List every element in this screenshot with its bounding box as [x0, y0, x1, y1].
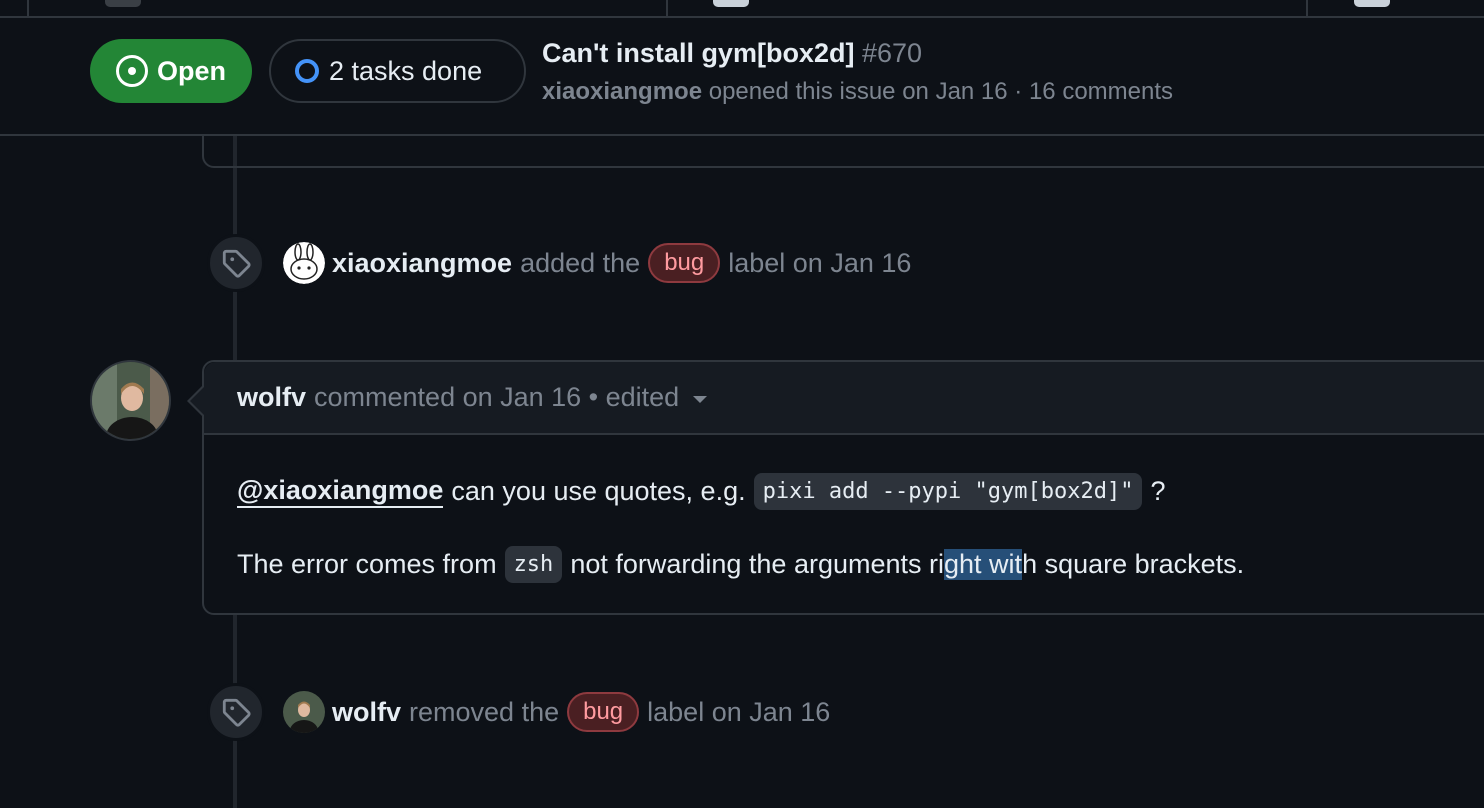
event-verb: removed the [409, 696, 560, 727]
tab-favicon[interactable] [105, 0, 141, 7]
event-actor-link[interactable]: xiaoxiangmoe [332, 248, 512, 279]
tab-favicon[interactable] [713, 0, 749, 7]
issue-title: Can't install gym[box2d] #670 [542, 38, 922, 69]
inline-code: zsh [504, 545, 563, 583]
comment-author-link[interactable]: wolfv [237, 382, 306, 413]
task-progress-icon [295, 59, 319, 83]
tab-divider [27, 0, 29, 16]
chevron-down-icon[interactable] [693, 396, 708, 403]
browser-tab-strip [0, 0, 1484, 18]
comment-body: @xiaoxiangmoe can you use quotes, e.g. p… [204, 469, 1484, 586]
issue-state-button[interactable]: Open [90, 39, 252, 103]
tag-icon [207, 234, 265, 292]
comment-text: h square brackets. [1022, 548, 1245, 579]
event-actor-link[interactable]: wolfv [332, 697, 401, 728]
bug-label[interactable]: bug [648, 243, 721, 283]
event-suffix: label on Jan 16 [728, 247, 912, 278]
user-mention-link[interactable]: @xiaoxiangmoe [237, 474, 444, 508]
comment-author-avatar[interactable] [90, 360, 171, 441]
comment-box: wolfv commented on Jan 16 • edited @xiao… [202, 360, 1484, 615]
timeline-event-label-removed: wolfv removed the bug label on Jan 16 [207, 683, 830, 741]
comment-text: The error comes from [237, 548, 497, 579]
text-selection: ght wit [944, 548, 1023, 580]
comment-paragraph: @xiaoxiangmoe can you use quotes, e.g. p… [237, 469, 1484, 513]
comment-text: not forwarding the arguments ri [570, 548, 945, 579]
comment-header: wolfv commented on Jan 16 • edited [204, 362, 1484, 435]
issue-number: #670 [861, 38, 923, 68]
avatar[interactable] [283, 691, 325, 733]
avatar[interactable] [283, 242, 325, 284]
issue-opened-icon [116, 55, 148, 87]
comment-pointer-fill [190, 387, 204, 415]
tab-divider [1306, 0, 1308, 16]
tag-icon [207, 683, 265, 741]
comment-text: ? [1150, 475, 1166, 506]
tasks-progress-button[interactable]: 2 tasks done [269, 39, 526, 103]
issue-meta-text: opened this issue on Jan 16 · 16 comment… [708, 78, 1174, 105]
inline-code: pixi add --pypi "gym[box2d]" [753, 472, 1143, 510]
bug-label[interactable]: bug [567, 692, 640, 732]
comment-text: can you use quotes, e.g. [451, 475, 746, 506]
tab-divider [666, 0, 668, 16]
tab-favicon[interactable] [1354, 0, 1390, 7]
comment-meta: commented on Jan 16 • edited [314, 382, 680, 412]
issue-author-link[interactable]: xiaoxiangmoe [542, 78, 702, 105]
issue-meta: xiaoxiangmoe opened this issue on Jan 16… [542, 78, 1173, 106]
comment-paragraph: The error comes from zsh not forwarding … [237, 542, 1484, 586]
issue-title-text: Can't install gym[box2d] [542, 38, 855, 68]
issue-state-label: Open [157, 55, 227, 86]
event-suffix: label on Jan 16 [647, 696, 831, 727]
sticky-issue-header: Open 2 tasks done Can't install gym[box2… [0, 18, 1484, 136]
event-verb: added the [520, 247, 641, 278]
tasks-progress-label: 2 tasks done [329, 55, 483, 86]
timeline-event-label-added: xiaoxiangmoe added the bug label on Jan … [207, 234, 911, 292]
